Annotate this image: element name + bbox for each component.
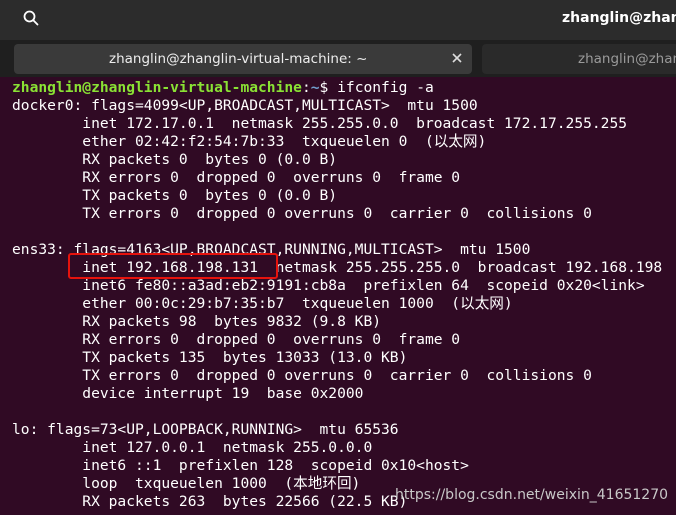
window-title: zhanglin@zhang — [562, 10, 676, 26]
prompt-path: ~ — [310, 79, 320, 96]
output-line: lo: flags=73<UP,LOOPBACK,RUNNING> mtu 65… — [12, 421, 399, 438]
output-line: inet6 fe80::a3ad:eb2:9191:cb8a prefixlen… — [12, 277, 645, 294]
output-line: TX packets 0 bytes 0 (0.0 B) — [12, 187, 338, 204]
close-icon[interactable] — [450, 51, 464, 69]
output-line: RX packets 98 bytes 9832 (9.8 KB) — [12, 313, 382, 330]
tab-bar: zhanglin@zhanglin-virtual-machine: ~ zha… — [0, 40, 676, 77]
output-line: device interrupt 19 base 0x2000 — [12, 385, 364, 402]
output-line: loop txqueuelen 1000 (本地环回) — [12, 475, 361, 492]
tab-terminal-inactive[interactable]: zhanglin@zhanglin — [482, 44, 676, 74]
output-line: RX errors 0 dropped 0 overruns 0 frame 0 — [12, 169, 461, 186]
title-bar: zhanglin@zhang — [0, 0, 676, 40]
output-line: ether 00:0c:29:b7:35:b7 txqueuelen 1000 … — [12, 295, 513, 312]
output-line: RX packets 263 bytes 22566 (22.5 KB) — [12, 493, 408, 510]
search-icon — [23, 10, 39, 30]
tab-label: zhanglin@zhanglin — [578, 51, 676, 67]
search-button[interactable] — [14, 6, 48, 34]
output-line: docker0: flags=4099<UP,BROADCAST,MULTICA… — [12, 97, 478, 114]
output-line: RX packets 0 bytes 0 (0.0 B) — [12, 151, 338, 168]
prompt-colon: : — [301, 79, 311, 96]
output-line: ether 02:42:f2:54:7b:33 txqueuelen 0 (以太… — [12, 133, 487, 150]
output-line: inet 172.17.0.1 netmask 255.255.0.0 broa… — [12, 115, 628, 132]
output-line: TX errors 0 dropped 0 overruns 0 carrier… — [12, 205, 592, 222]
tab-terminal-active[interactable]: zhanglin@zhanglin-virtual-machine: ~ — [14, 44, 472, 74]
output-line: inet 127.0.0.1 netmask 255.0.0.0 — [12, 439, 373, 456]
output-line: TX packets 135 bytes 13033 (13.0 KB) — [12, 349, 408, 366]
watermark: https://blog.csdn.net/weixin_41651270 — [395, 487, 669, 503]
prompt-command: $ ifconfig -a — [319, 79, 434, 96]
tab-label: zhanglin@zhanglin-virtual-machine: ~ — [109, 51, 368, 67]
output-line: RX errors 0 dropped 0 overruns 0 frame 0 — [12, 331, 461, 348]
output-line: TX errors 0 dropped 0 overruns 0 carrier… — [12, 367, 592, 384]
prompt-line: zhanglin@zhanglin-virtual-machine:~$ ifc… — [12, 79, 434, 97]
prompt-user-host: zhanglin@zhanglin-virtual-machine — [12, 79, 302, 96]
ip-highlight-box — [68, 253, 278, 279]
output-line: inet6 ::1 prefixlen 128 scopeid 0x10<hos… — [12, 457, 469, 474]
terminal-output[interactable]: zhanglin@zhanglin-virtual-machine:~$ ifc… — [0, 77, 676, 515]
